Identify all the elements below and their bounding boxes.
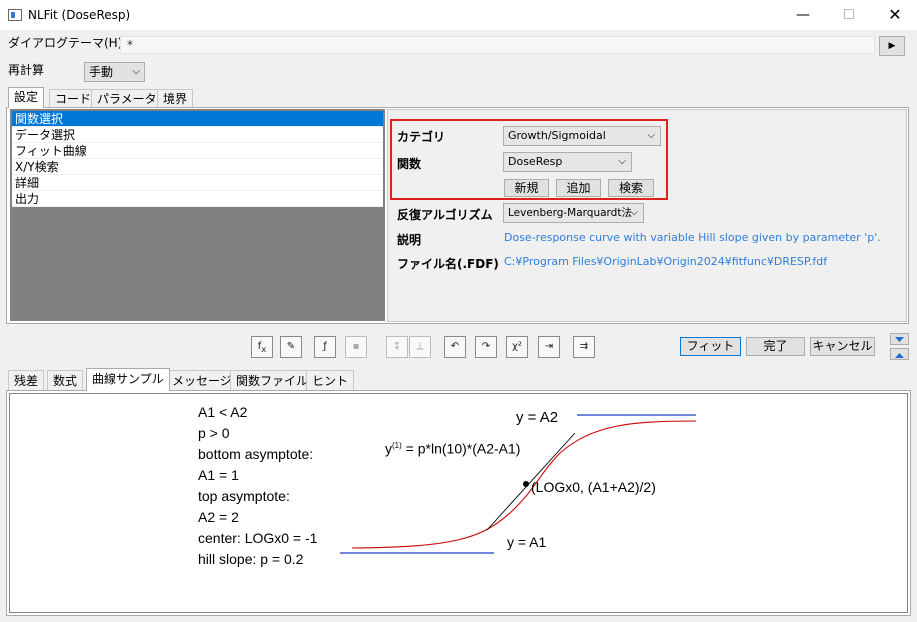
- category-label: カテゴリ: [397, 130, 446, 144]
- sample-notes: A1 < A2 p > 0 bottom asymptote: A1 = 1 t…: [198, 402, 317, 570]
- note-line: bottom asymptote:: [198, 446, 314, 462]
- tab-function-file[interactable]: 関数ファイル: [230, 370, 315, 390]
- slope-formula-text: = p*ln(10)*(A2-A1): [401, 440, 521, 457]
- note-line: A1 < A2: [198, 404, 248, 420]
- tab-settings[interactable]: 設定: [8, 87, 45, 108]
- theme-menu-button[interactable]: ▶: [879, 36, 905, 56]
- list-item-xy-find[interactable]: X/Y検索: [12, 159, 383, 175]
- tab-sample-curve[interactable]: 曲線サンプル: [86, 368, 170, 391]
- save-icon[interactable]: ▪: [345, 336, 367, 358]
- function-organizer-icon[interactable]: fx: [251, 336, 273, 358]
- maximize-button[interactable]: [826, 0, 872, 30]
- chevron-down-icon: ⌵: [630, 207, 638, 218]
- tab-hints[interactable]: ヒント: [306, 370, 355, 390]
- note-line: top asymptote:: [198, 488, 290, 504]
- done-button[interactable]: 完了: [746, 337, 805, 356]
- category-value: Growth/Sigmoidal: [508, 129, 606, 142]
- chevron-down-icon: ⌵: [647, 130, 655, 141]
- collapse-down-button[interactable]: [890, 333, 909, 345]
- sort-icon[interactable]: ↕: [386, 336, 408, 358]
- note-line: A1 = 1: [198, 467, 239, 483]
- edit-function-icon[interactable]: ✎: [280, 336, 302, 358]
- list-item-function-select[interactable]: 関数選択: [12, 111, 383, 127]
- search-button[interactable]: 検索: [608, 179, 654, 197]
- fit-iterate-icon[interactable]: ⇉: [573, 336, 595, 358]
- slope-formula-y: y: [385, 440, 392, 457]
- tab-messages[interactable]: メッセージ: [166, 370, 238, 390]
- new-button[interactable]: 新規: [504, 179, 549, 197]
- cancel-button[interactable]: キャンセル: [810, 337, 875, 356]
- window-title: NLFit (DoseResp): [28, 8, 131, 22]
- algorithm-select[interactable]: Levenberg-Marquardt法 ⌵: [503, 203, 644, 223]
- recalculate-label: 再計算: [8, 63, 45, 77]
- note-line: A2 = 2: [198, 509, 239, 525]
- center-point: [523, 481, 529, 487]
- tab-code[interactable]: コード: [49, 89, 98, 107]
- add-button[interactable]: 追加: [556, 179, 601, 197]
- triangle-down-icon: [895, 337, 904, 342]
- category-select[interactable]: Growth/Sigmoidal ⌵: [503, 126, 661, 146]
- slope-formula-label: y(1) = p*ln(10)*(A2-A1): [385, 435, 520, 460]
- file-name-link[interactable]: C:¥Program Files¥OriginLab¥Origin2024¥fi…: [504, 255, 904, 268]
- app-icon: [8, 9, 22, 21]
- function-select[interactable]: DoseResp ⌵: [503, 152, 632, 172]
- recalculate-value: 手動: [89, 65, 114, 79]
- settings-list[interactable]: 関数選択 データ選択 フィット曲線 X/Y検索 詳細 出力: [10, 109, 385, 321]
- center-point-label: (LOGx0, (A1+A2)/2): [531, 479, 656, 495]
- minimize-button[interactable]: —: [780, 0, 826, 30]
- file-name-label: ファイル名(.FDF): [397, 257, 499, 271]
- list-item-output[interactable]: 出力: [12, 191, 383, 207]
- init-icon[interactable]: ↶: [444, 336, 466, 358]
- function-label: 関数: [397, 157, 422, 171]
- tab-parameters[interactable]: パラメータ: [91, 89, 163, 107]
- slope-formula-superscript: (1): [392, 441, 402, 450]
- list-item-fit-curve[interactable]: フィット曲線: [12, 143, 383, 159]
- dialog-theme-label: ダイアログテーマ(H): [8, 36, 123, 50]
- fit-button[interactable]: フィット: [680, 337, 741, 356]
- fit-mask-icon[interactable]: ⟂: [409, 336, 431, 358]
- chi-square-icon[interactable]: χ²: [506, 336, 528, 358]
- chevron-down-icon: ⌵: [132, 66, 140, 77]
- note-line: hill slope: p = 0.2: [198, 551, 304, 567]
- note-line: p > 0: [198, 425, 230, 441]
- fit-until-converged-icon[interactable]: ⇥: [538, 336, 560, 358]
- note-line: center: LOGx0 = -1: [198, 530, 318, 546]
- dialog-theme-input[interactable]: *: [120, 36, 875, 54]
- maximize-icon: [844, 9, 854, 19]
- close-button[interactable]: ✕: [872, 0, 917, 30]
- algorithm-label: 反復アルゴリズム: [397, 208, 493, 222]
- tab-formula[interactable]: 数式: [47, 370, 84, 390]
- chevron-down-icon: ⌵: [618, 156, 626, 167]
- description-label: 説明: [397, 233, 422, 247]
- top-asymptote-label: y = A2: [516, 409, 559, 426]
- fit-function-builder-icon[interactable]: ƒ: [314, 336, 336, 358]
- triangle-up-icon: [895, 353, 904, 358]
- collapse-up-button[interactable]: [890, 348, 909, 360]
- list-item-advanced[interactable]: 詳細: [12, 175, 383, 191]
- recalculate-select[interactable]: 手動 ⌵: [84, 62, 145, 82]
- one-iteration-icon[interactable]: ↷: [475, 336, 497, 358]
- list-item-data-select[interactable]: データ選択: [12, 127, 383, 143]
- tab-residuals[interactable]: 残差: [8, 370, 45, 390]
- bottom-asymptote-label: y = A1: [507, 534, 547, 550]
- description-value: Dose-response curve with variable Hill s…: [504, 231, 881, 244]
- tab-bounds[interactable]: 境界: [157, 89, 194, 107]
- algorithm-value: Levenberg-Marquardt法: [508, 207, 632, 219]
- function-value: DoseResp: [508, 155, 563, 168]
